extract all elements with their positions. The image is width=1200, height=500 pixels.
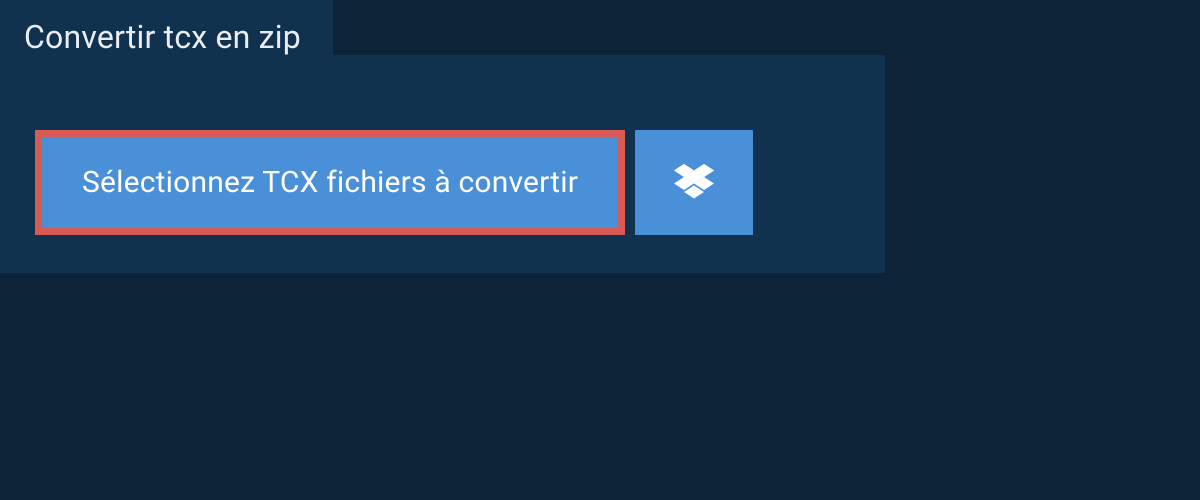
select-files-label: Sélectionnez TCX fichiers à convertir [82,165,578,200]
button-row: Sélectionnez TCX fichiers à convertir [35,130,885,235]
tab-label: Convertir tcx en zip [24,18,301,56]
dropbox-button[interactable] [635,130,753,235]
dropbox-icon [674,164,714,202]
converter-panel: Sélectionnez TCX fichiers à convertir [0,55,885,273]
panel-content: Sélectionnez TCX fichiers à convertir [0,55,885,273]
select-files-button[interactable]: Sélectionnez TCX fichiers à convertir [35,130,625,235]
